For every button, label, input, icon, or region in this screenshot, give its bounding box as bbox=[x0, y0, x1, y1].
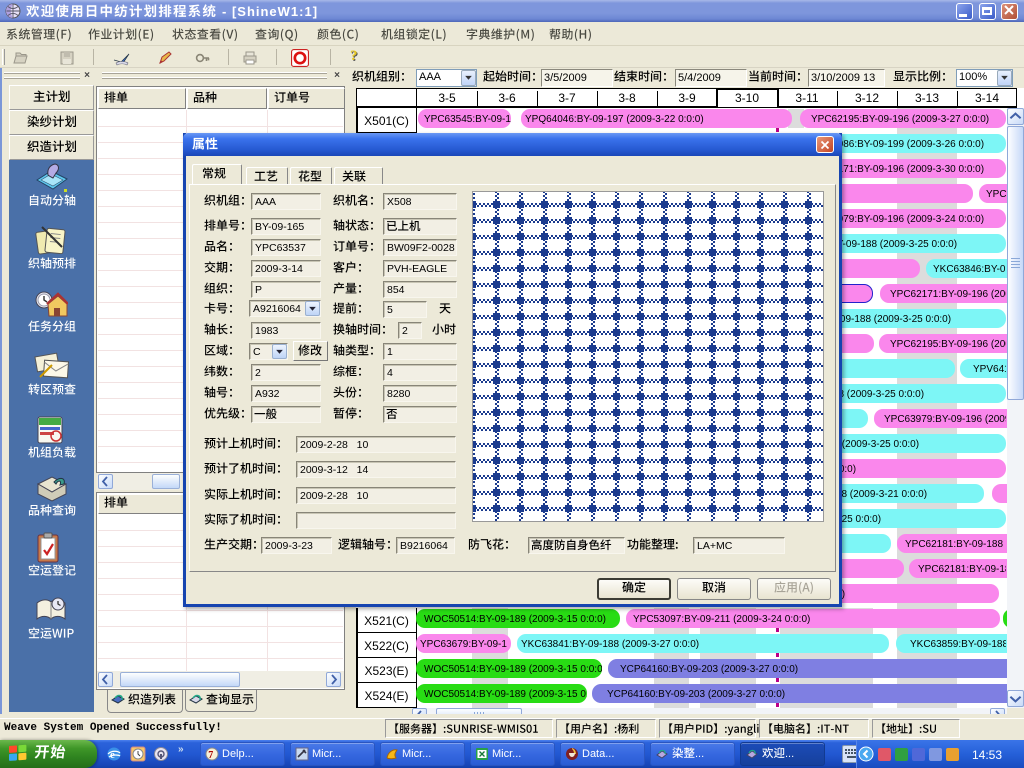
svg-text:e: e bbox=[110, 749, 115, 761]
svg-text:7: 7 bbox=[208, 750, 213, 761]
